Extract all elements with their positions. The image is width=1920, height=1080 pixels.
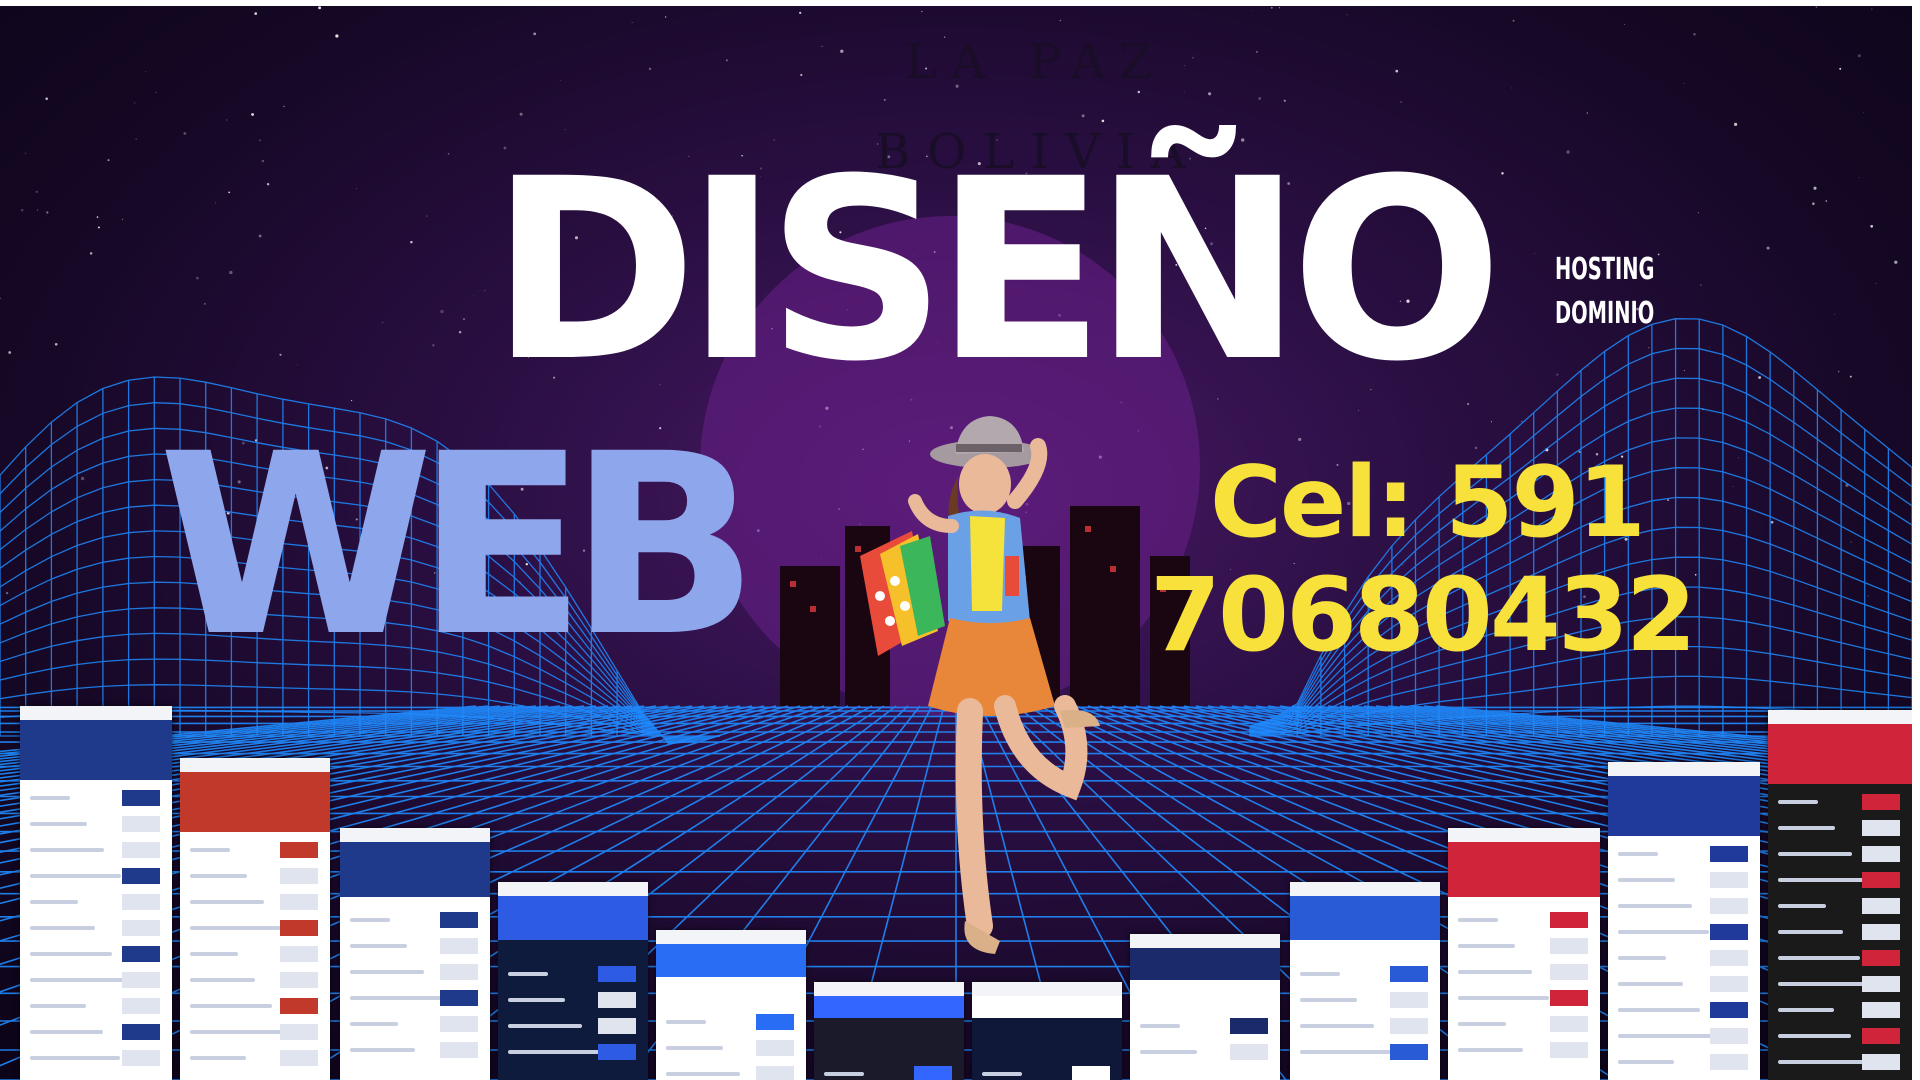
website-mockup-thumbnail (972, 982, 1122, 1080)
website-mockup-thumbnail (1608, 762, 1760, 1080)
banner-canvas: LA PAZ BOLIVIA DISEÑO WEB HOSTING DOMINI… (0, 6, 1912, 1080)
headline-line1: DISEÑO (490, 125, 1503, 416)
service-domain: DOMINIO (1555, 296, 1655, 331)
location-city: LA PAZ (905, 34, 1167, 90)
headline-line2: WEB (158, 400, 759, 691)
website-mockup-thumbnail (1130, 934, 1280, 1080)
website-mockup-thumbnail (814, 982, 964, 1080)
website-mockup-thumbnail (1448, 828, 1600, 1080)
website-mockup-thumbnail (20, 706, 172, 1080)
shopping-woman-illustration (860, 416, 1100, 954)
website-mockup-thumbnail (340, 828, 490, 1080)
contact-phone-number: 70680432 (1150, 556, 1697, 675)
contact-phone-prefix: Cel: 591 (1210, 446, 1646, 560)
website-mockup-thumbnail (180, 758, 330, 1080)
website-mockup-thumbnail (656, 930, 806, 1080)
service-hosting: HOSTING (1555, 252, 1655, 287)
website-mockup-thumbnail (1768, 710, 1912, 1080)
website-mockup-thumbnail (498, 882, 648, 1080)
website-mockup-thumbnail (1290, 882, 1440, 1080)
